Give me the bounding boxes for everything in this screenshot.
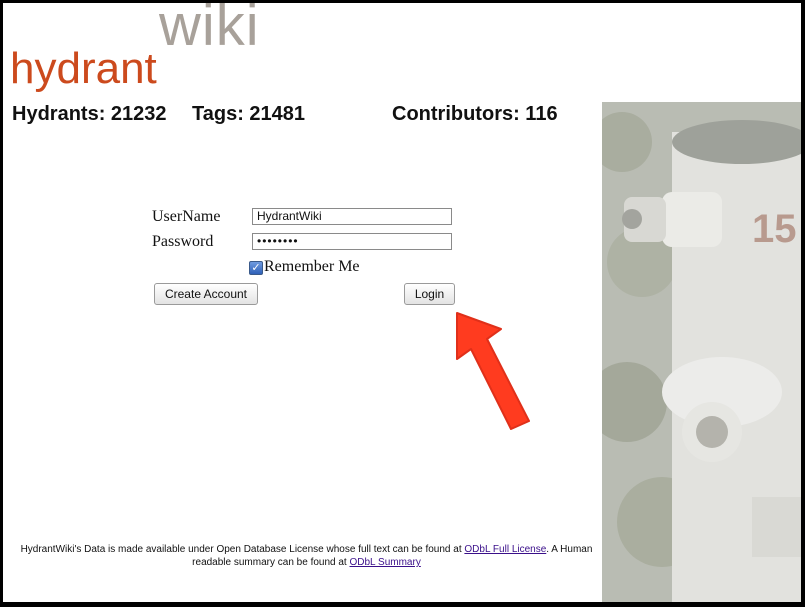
logo-hydrant: hydrant [10,44,157,93]
svg-text:15: 15 [752,207,797,251]
password-label: Password [152,233,214,250]
logo-wiki: wiki [159,3,260,58]
create-account-button[interactable]: Create Account [154,283,258,305]
tags-count: Tags: 21481 [192,103,306,125]
hydrant-illustration: 15 [602,102,801,602]
username-input[interactable]: HydrantWiki [252,208,452,225]
odbl-summary-link[interactable]: ODbL Summary [350,557,421,568]
contributors-count: Contributors: 116 [392,103,558,125]
page: 15 wiki hydrant Hydrants: 21232 Tags: 21… [3,3,801,602]
hydrant-photo: 15 [602,102,801,602]
remember-me-label: Remember Me [264,258,360,275]
password-input[interactable]: •••••••• [252,233,452,250]
login-button[interactable]: Login [404,283,455,305]
checkmark-icon: ✓ [251,262,261,274]
red-arrow-icon [456,312,530,430]
footer-text-1: HydrantWiki's Data is made available und… [20,544,465,555]
hydrants-count: Hydrants: 21232 [12,103,167,125]
license-footer: HydrantWiki's Data is made available und… [15,543,598,569]
odbl-full-license-link[interactable]: ODbL Full License [464,544,546,555]
username-label: UserName [152,208,221,225]
remember-me-checkbox[interactable]: ✓ [249,261,263,275]
